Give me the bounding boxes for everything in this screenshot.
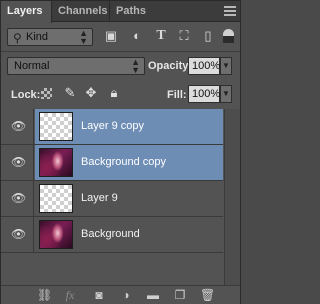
layer-row[interactable]: 👁︎ Background copy <box>1 145 223 181</box>
adjustment-filter-icon[interactable]: ◐ <box>130 29 144 43</box>
layer-thumbnail <box>39 112 73 141</box>
layer-row[interactable]: 👁︎ Layer 9 <box>1 181 223 217</box>
layer-thumbnail <box>39 220 73 249</box>
opacity-input[interactable]: 100% <box>188 57 220 75</box>
layer-thumbnail <box>39 148 73 177</box>
tab-paths[interactable]: Paths <box>110 1 148 22</box>
layer-name: Layer 9 copy <box>81 120 144 132</box>
layer-content[interactable]: Background <box>35 217 223 252</box>
image-filter-icon[interactable]: ▣ <box>104 29 118 43</box>
filter-toggle-switch[interactable] <box>223 29 234 43</box>
panel-tab-bar: Layers Channels Paths <box>1 1 240 23</box>
lock-transparent-pixels-icon[interactable] <box>41 88 52 99</box>
scrollbar[interactable] <box>224 109 240 285</box>
filter-kind-label: Kind <box>26 31 49 43</box>
opacity-label: Opacity: <box>148 60 193 72</box>
stepper-arrows-icon: ▲ ▼ <box>131 57 140 75</box>
new-adjustment-layer-icon[interactable]: ◑ <box>119 289 133 302</box>
lock-position-icon[interactable]: ✥ <box>84 86 98 100</box>
eye-icon: 👁︎ <box>11 119 27 133</box>
layer-name: Background <box>81 228 140 240</box>
link-layers-icon[interactable]: ⛓ <box>37 289 52 302</box>
divider <box>1 51 240 52</box>
layer-content[interactable]: Layer 9 <box>35 181 223 216</box>
filter-kind-select[interactable]: ⚲ Kind ▲ ▼ <box>7 28 93 46</box>
layers-bottom-toolbar: ⛓ fx ◙ ◑ ▬ ❐ 🗑︎ <box>1 285 240 304</box>
visibility-toggle[interactable]: 👁︎ <box>1 109 34 144</box>
blend-mode-value: Normal <box>14 60 50 72</box>
opacity-dropdown-button[interactable]: ▼ <box>220 57 232 75</box>
visibility-toggle[interactable]: 👁︎ <box>1 145 34 180</box>
panel-menu-icon[interactable] <box>224 6 236 16</box>
new-layer-icon[interactable]: ❐ <box>173 289 187 302</box>
fill-input[interactable]: 100% <box>188 85 220 103</box>
layer-style-fx-icon[interactable]: fx <box>63 289 77 302</box>
layer-row[interactable]: 👁︎ Background <box>1 217 223 253</box>
lock-image-pixels-icon[interactable]: ✎ <box>63 86 77 100</box>
eye-icon: 👁︎ <box>11 191 27 205</box>
smart-object-filter-icon[interactable]: ▯ <box>201 29 215 43</box>
layers-panel: Layers Channels Paths ⚲ Kind ▲ ▼ ▣ ◐ T ⛶ … <box>0 0 241 304</box>
delete-layer-trash-icon[interactable]: 🗑︎ <box>200 289 215 302</box>
layer-thumbnail <box>39 184 73 213</box>
fill-dropdown-button[interactable]: ▼ <box>220 85 232 103</box>
type-filter-icon[interactable]: T <box>154 29 168 43</box>
visibility-toggle[interactable]: 👁︎ <box>1 181 34 216</box>
lock-label: Lock: <box>11 89 41 101</box>
tab-channels[interactable]: Channels <box>52 1 110 22</box>
layer-content[interactable]: Background copy <box>35 145 223 180</box>
visibility-toggle[interactable]: 👁︎ <box>1 217 34 252</box>
shape-filter-icon[interactable]: ⛶ <box>177 29 191 43</box>
fill-label: Fill: <box>167 89 187 101</box>
eye-icon: 👁︎ <box>11 155 27 169</box>
layers-list: 👁︎ Layer 9 copy 👁︎ Background copy 👁︎ La… <box>1 109 240 285</box>
tab-layers[interactable]: Layers <box>1 1 52 23</box>
blend-mode-select[interactable]: Normal ▲ ▼ <box>7 57 145 75</box>
layer-content[interactable]: Layer 9 copy <box>35 109 223 144</box>
search-icon: ⚲ <box>13 31 22 45</box>
new-group-folder-icon[interactable]: ▬ <box>146 289 160 302</box>
layer-row[interactable]: 👁︎ Layer 9 copy <box>1 109 223 145</box>
stepper-arrows-icon: ▲ ▼ <box>79 28 88 46</box>
layer-name: Layer 9 <box>81 192 118 204</box>
eye-icon: 👁︎ <box>11 227 27 241</box>
add-mask-icon[interactable]: ◙ <box>92 289 106 302</box>
lock-all-icon[interactable]: 🔒︎ <box>107 86 121 100</box>
layer-name: Background copy <box>81 156 166 168</box>
